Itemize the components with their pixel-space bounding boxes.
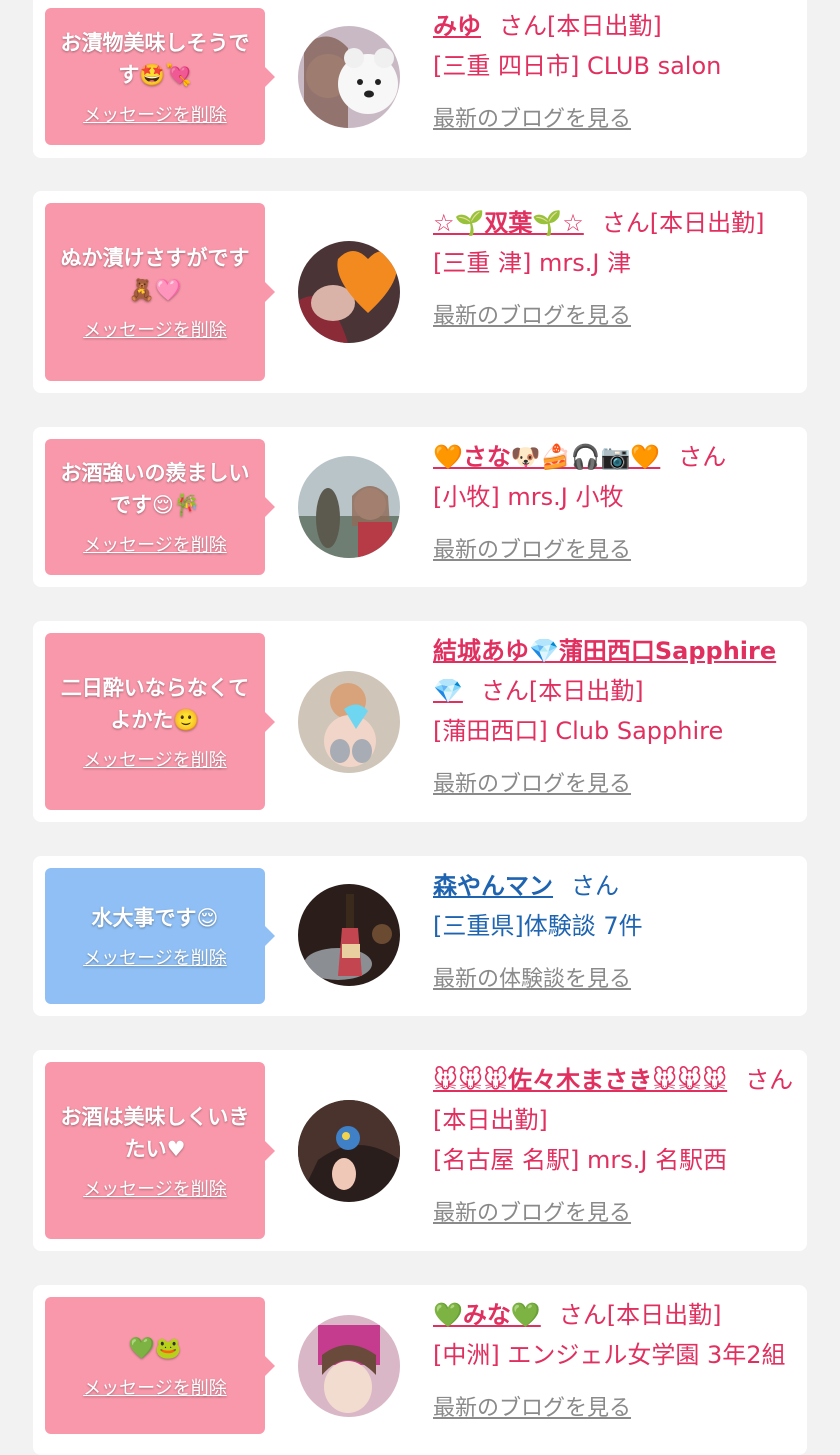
shop-label: [小牧] mrs.J 小牧: [433, 483, 624, 511]
message-text: お漬物美味しそうです🤩💘: [60, 30, 250, 87]
message-bubble: ぬか漬けさすがです🧸🩷 メッセージを削除: [45, 203, 275, 381]
delete-message-link[interactable]: メッセージを削除: [83, 1374, 227, 1400]
sender-suffix: さん: [678, 443, 727, 471]
avatar[interactable]: [298, 26, 400, 128]
avatar-image: [298, 884, 400, 986]
message-text: 水大事です😌: [91, 906, 219, 930]
shop-label: [蒲田西口] Club Sapphire: [433, 717, 724, 745]
sender-suffix: さん[本日出勤]: [499, 12, 662, 40]
message-text: ぬか漬けさすがです🧸🩷: [60, 246, 250, 302]
sender-name-link[interactable]: 森やんマン: [433, 872, 553, 900]
avatar-image: [298, 671, 400, 773]
latest-review-link[interactable]: 最新の体験談を見る: [433, 960, 795, 1000]
avatar[interactable]: [298, 1100, 400, 1202]
message-card: お酒は美味しくいきたい♥ メッセージを削除 🐭🐭🐭佐々木まさき🐭🐭🐭 さん[本日出…: [33, 1050, 807, 1251]
message-card: ぬか漬けさすがです🧸🩷 メッセージを削除 ☆🌱双葉🌱☆ さん[本日出勤] [三重 …: [33, 191, 807, 393]
avatar-image: [298, 241, 400, 343]
sender-info: 🧡さな🐶🍰🎧📷🧡 さん [小牧] mrs.J 小牧 最新のブログを見る: [433, 437, 795, 571]
delete-message-link[interactable]: メッセージを削除: [83, 944, 227, 970]
message-bubble: 水大事です😌 メッセージを削除: [45, 868, 275, 1004]
message-bubble: 二日酔いならなくてよかた🙂 メッセージを削除: [45, 633, 275, 810]
avatar-image: [298, 456, 400, 558]
message-card: お酒強いの羨ましいです😌🎋 メッセージを削除 🧡さな🐶🍰🎧📷🧡 さん [小牧] m…: [33, 427, 807, 587]
message-card: お漬物美味しそうです🤩💘 メッセージを削除 みゆ さん[本日出勤] [三重 四日市…: [33, 0, 807, 158]
avatar[interactable]: [298, 241, 400, 343]
message-text: お酒強いの羨ましいです😌🎋: [60, 461, 250, 517]
sender-info: 結城あゆ💎蒲田西口Sapphire💎 さん[本日出勤] [蒲田西口] Club S…: [433, 631, 795, 805]
delete-message-link[interactable]: メッセージを削除: [83, 1175, 227, 1201]
avatar[interactable]: [298, 884, 400, 986]
avatar-image: [298, 26, 400, 128]
message-bubble: お酒は美味しくいきたい♥ メッセージを削除: [45, 1062, 275, 1239]
avatar[interactable]: [298, 1315, 400, 1417]
sender-name-link[interactable]: ☆🌱双葉🌱☆: [433, 209, 584, 237]
sender-suffix: さん[本日出勤]: [558, 1301, 722, 1329]
sender-info: 🐭🐭🐭佐々木まさき🐭🐭🐭 さん[本日出勤] [名古屋 名駅] mrs.J 名駅西 …: [433, 1060, 795, 1234]
sender-suffix: さん[本日出勤]: [480, 677, 644, 705]
avatar[interactable]: [298, 671, 400, 773]
latest-blog-link[interactable]: 最新のブログを見る: [433, 1194, 795, 1234]
message-text: 💚🐸: [128, 1335, 182, 1360]
message-card: 水大事です😌 メッセージを削除 森やんマン さん [三重県]体験談 7件 最新の体…: [33, 856, 807, 1016]
latest-blog-link[interactable]: 最新のブログを見る: [433, 100, 795, 140]
message-bubble: お酒強いの羨ましいです😌🎋 メッセージを削除: [45, 439, 275, 575]
message-text: 二日酔いならなくてよかた🙂: [60, 675, 250, 732]
sender-name-link[interactable]: 💚みな💚: [433, 1301, 541, 1329]
sender-suffix: さん: [571, 872, 619, 900]
message-card: 二日酔いならなくてよかた🙂 メッセージを削除 結城あゆ💎蒲田西口Sapphire…: [33, 621, 807, 822]
delete-message-link[interactable]: メッセージを削除: [83, 746, 227, 772]
avatar-image: [298, 1100, 400, 1202]
message-bubble: 💚🐸 メッセージを削除: [45, 1297, 275, 1434]
shop-label: [中洲] エンジェル女学園 3年2組: [433, 1341, 786, 1369]
sender-name-link[interactable]: 🐭🐭🐭佐々木まさき🐭🐭🐭: [433, 1066, 727, 1094]
avatar-image: [298, 1315, 400, 1417]
shop-label: [三重県]体験談 7件: [433, 912, 643, 940]
message-bubble: お漬物美味しそうです🤩💘 メッセージを削除: [45, 8, 275, 145]
latest-blog-link[interactable]: 最新のブログを見る: [433, 1389, 795, 1429]
message-card: 💚🐸 メッセージを削除 💚みな💚 さん[本日出勤] [中洲] エンジェル女学園 3…: [33, 1285, 807, 1455]
latest-blog-link[interactable]: 最新のブログを見る: [433, 297, 795, 337]
delete-message-link[interactable]: メッセージを削除: [83, 316, 227, 342]
sender-info: みゆ さん[本日出勤] [三重 四日市] CLUB salon 最新のブログを見る: [433, 6, 795, 140]
sender-info: 💚みな💚 さん[本日出勤] [中洲] エンジェル女学園 3年2組 最新のブログを見…: [433, 1295, 795, 1429]
message-text: お酒は美味しくいきたい♥: [60, 1104, 250, 1161]
delete-message-link[interactable]: メッセージを削除: [83, 531, 227, 557]
latest-blog-link[interactable]: 最新のブログを見る: [433, 765, 795, 805]
shop-label: [名古屋 名駅] mrs.J 名駅西: [433, 1146, 728, 1174]
avatar[interactable]: [298, 456, 400, 558]
sender-name-link[interactable]: みゆ: [433, 12, 481, 40]
sender-info: 森やんマン さん [三重県]体験談 7件 最新の体験談を見る: [433, 866, 795, 1000]
sender-info: ☆🌱双葉🌱☆ さん[本日出勤] [三重 津] mrs.J 津 最新のブログを見る: [433, 203, 795, 337]
sender-suffix: さん[本日出勤]: [601, 209, 765, 237]
shop-label: [三重 四日市] CLUB salon: [433, 52, 722, 80]
sender-name-link[interactable]: 🧡さな🐶🍰🎧📷🧡: [433, 443, 660, 471]
latest-blog-link[interactable]: 最新のブログを見る: [433, 531, 795, 571]
shop-label: [三重 津] mrs.J 津: [433, 249, 632, 277]
delete-message-link[interactable]: メッセージを削除: [83, 101, 227, 127]
